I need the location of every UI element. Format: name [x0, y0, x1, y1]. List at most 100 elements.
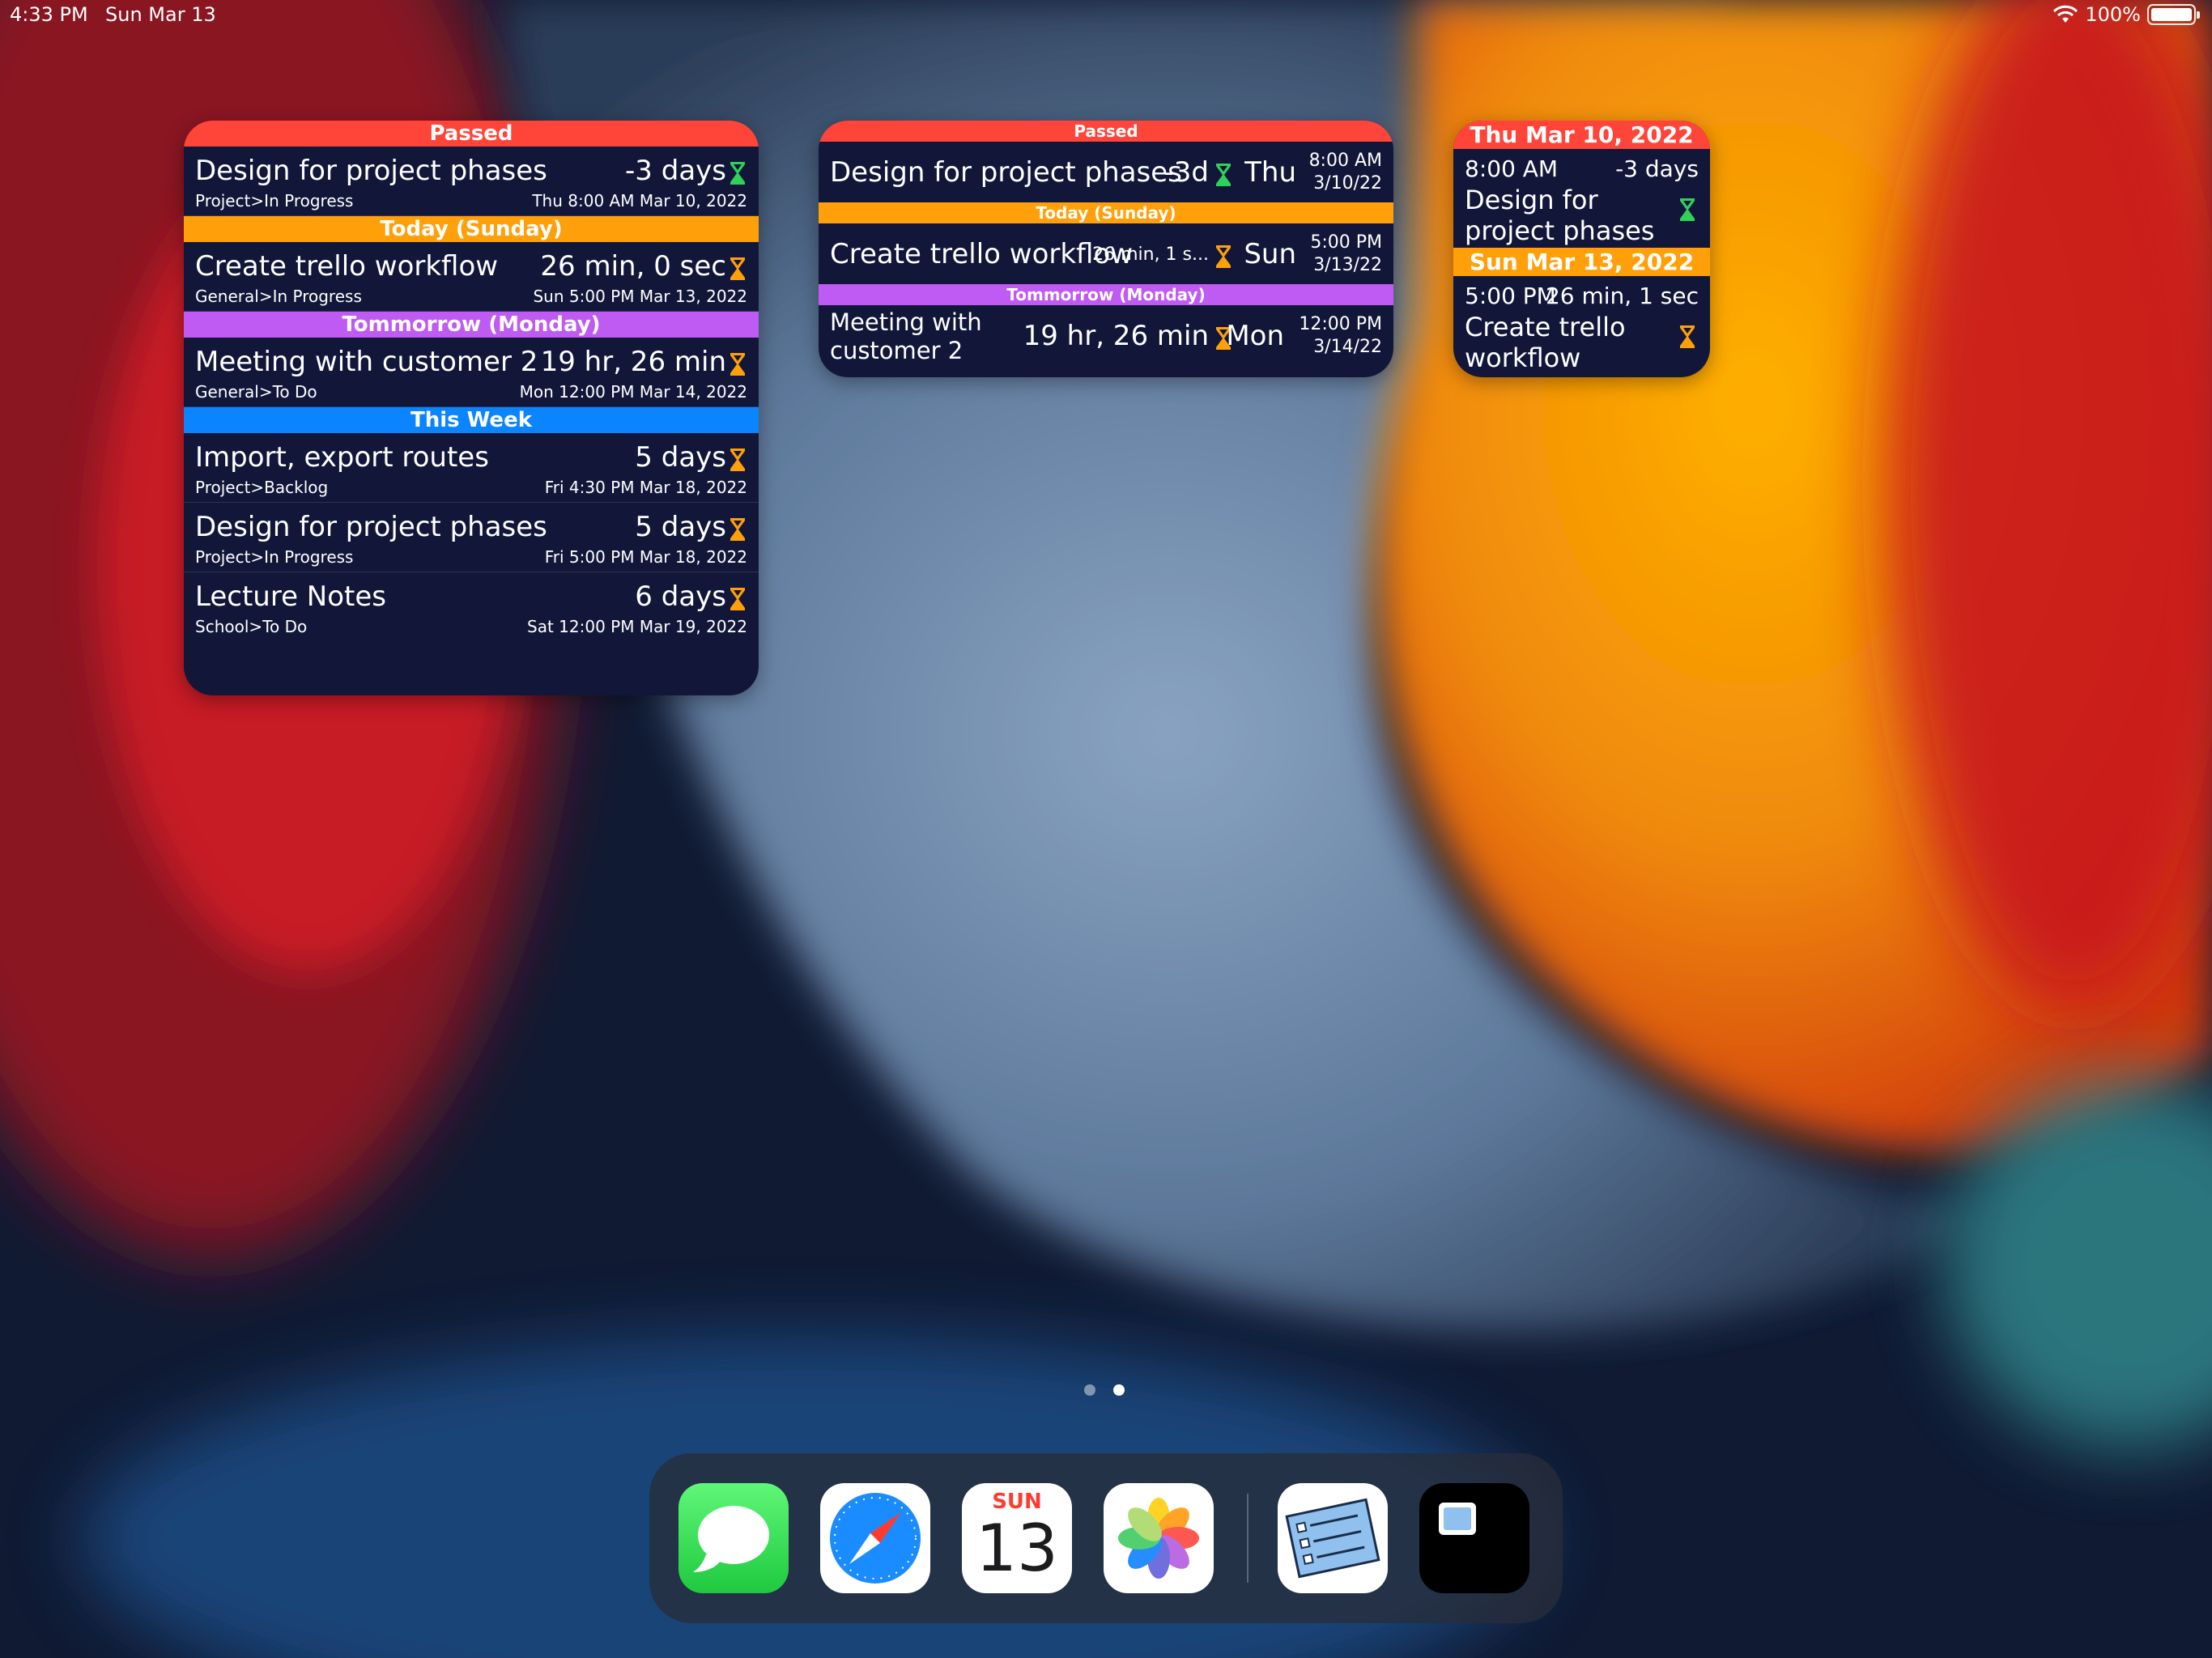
checklist-icon — [1285, 1498, 1380, 1579]
task-title: Meeting with customer 2 — [195, 346, 538, 378]
widget-app[interactable] — [1419, 1483, 1529, 1593]
task-title: Design for project phases — [1465, 185, 1655, 246]
status-time: 4:33 PM — [10, 3, 88, 26]
hourglass-icon — [1680, 198, 1695, 221]
task-countdown: 26 min, 1 sec — [1545, 283, 1699, 309]
header-date: Thu Mar 10, 2022 — [1453, 121, 1710, 149]
task-row[interactable]: Design for project phases Project>In Pro… — [184, 503, 759, 572]
battery-icon — [2147, 4, 2200, 25]
header-today: Today (Sunday) — [184, 216, 759, 242]
task-title: Design for project phases — [830, 156, 1182, 189]
widget-app-icon — [1439, 1503, 1476, 1535]
wifi-icon — [2053, 5, 2078, 23]
header-today: Today (Sunday) — [819, 202, 1393, 223]
task-block[interactable]: 8:00 AM -3 days Design for project phase… — [1453, 149, 1710, 248]
task-title: Create trello workflow — [830, 238, 1134, 270]
calendar-app[interactable]: SUN 13 — [962, 1483, 1072, 1593]
task-datetime: Sun 5:00 PM Mar 13, 2022 — [533, 287, 747, 306]
task-row[interactable]: Design for project phases -3d Thu 8:00 A… — [819, 142, 1393, 202]
task-project: School>To Do — [195, 617, 308, 636]
task-datetime: 12:00 PM 3/14/22 — [1299, 313, 1382, 359]
hourglass-icon — [1216, 164, 1231, 186]
status-date: Sun Mar 13 — [105, 3, 216, 26]
task-title: Import, export routes — [195, 441, 489, 474]
task-countdown: 19 hr, 26 min — [1023, 320, 1209, 352]
task-datetime: Fri 5:00 PM Mar 18, 2022 — [544, 547, 747, 567]
page-indicator[interactable] — [1084, 1384, 1125, 1396]
task-title: Create trello workflow — [1465, 312, 1626, 373]
task-date: 3/14/22 — [1313, 337, 1382, 357]
hourglass-icon — [1680, 325, 1695, 348]
checklist-app[interactable] — [1278, 1483, 1388, 1593]
task-datetime: 5:00 PM 3/13/22 — [1310, 232, 1382, 277]
task-date: 3/13/22 — [1313, 255, 1382, 275]
header-this-week: This Week — [184, 407, 759, 433]
task-project: Project>In Progress — [195, 191, 354, 210]
battery-percent: 100% — [2085, 3, 2141, 26]
hourglass-icon — [730, 257, 745, 280]
calendar-date: 13 — [976, 1511, 1058, 1586]
task-row[interactable]: Meeting with customer 2 General>To Do 19… — [184, 338, 759, 407]
task-datetime: Fri 4:30 PM Mar 18, 2022 — [544, 478, 747, 497]
task-title: Design for project phases — [195, 155, 547, 187]
task-datetime: Thu 8:00 AM Mar 10, 2022 — [532, 191, 747, 210]
header-date: Sun Mar 13, 2022 — [1453, 248, 1710, 276]
task-project: General>To Do — [195, 382, 317, 402]
task-countdown: 5 days — [635, 511, 726, 543]
task-title: Lecture Notes — [195, 580, 386, 613]
task-time: 12:00 PM — [1299, 314, 1382, 334]
header-tomorrow: Tommorrow (Monday) — [184, 312, 759, 338]
task-row[interactable]: Import, export routes Project>Backlog 5 … — [184, 433, 759, 503]
task-datetime: Mon 12:00 PM Mar 14, 2022 — [519, 382, 747, 402]
hourglass-icon — [730, 518, 745, 541]
large-widget[interactable]: Passed Design for project phases Project… — [184, 121, 759, 695]
task-block[interactable]: 5:00 PM 26 min, 1 sec Create trello work… — [1453, 276, 1710, 375]
header-passed: Passed — [819, 121, 1393, 142]
task-title: Create trello workflow — [195, 250, 499, 283]
task-weekday: Mon — [1226, 320, 1284, 352]
task-countdown: 6 days — [635, 580, 726, 613]
page-dot-active[interactable] — [1113, 1384, 1125, 1396]
task-time: 5:00 PM — [1465, 283, 1556, 309]
task-row[interactable]: Meeting with customer 2 19 hr, 26 min Mo… — [819, 305, 1393, 366]
page-dot[interactable] — [1084, 1384, 1095, 1396]
task-countdown: 26 min, 0 sec — [540, 250, 726, 283]
task-project: Project>In Progress — [195, 547, 354, 567]
task-title: Design for project phases — [195, 511, 547, 543]
dock-divider — [1247, 1494, 1249, 1583]
hourglass-icon — [730, 353, 745, 376]
task-time: 8:00 AM — [1465, 155, 1559, 182]
hourglass-icon — [730, 162, 745, 185]
photos-icon — [1118, 1498, 1199, 1579]
messages-app[interactable] — [678, 1483, 789, 1593]
task-row[interactable]: Lecture Notes School>To Do 6 days Sat 12… — [184, 572, 759, 642]
photos-app[interactable] — [1104, 1483, 1214, 1593]
task-countdown: -3 days — [1615, 155, 1699, 182]
small-widget[interactable]: Thu Mar 10, 2022 8:00 AM -3 days Design … — [1453, 121, 1710, 377]
status-right: 100% — [2052, 3, 2200, 26]
status-bar: 4:33 PM Sun Mar 13 100% — [0, 0, 2212, 36]
task-countdown: -3 days — [625, 155, 726, 187]
task-date: 3/10/22 — [1313, 173, 1382, 193]
task-weekday: Sun — [1244, 238, 1296, 270]
task-countdown: 26 min, 1 s... — [1092, 244, 1209, 265]
task-row[interactable]: Create trello workflow General>In Progre… — [184, 242, 759, 312]
safari-icon — [830, 1493, 921, 1584]
task-row[interactable]: Design for project phases Project>In Pro… — [184, 147, 759, 216]
task-row[interactable]: Create trello workflow 26 min, 1 s... Su… — [819, 223, 1393, 284]
task-countdown: 19 hr, 26 min — [540, 346, 726, 378]
task-datetime: Sat 12:00 PM Mar 19, 2022 — [527, 617, 747, 636]
task-countdown: -3d — [1163, 156, 1209, 189]
task-project: General>In Progress — [195, 287, 362, 306]
medium-widget[interactable]: Passed Design for project phases -3d Thu… — [819, 121, 1393, 377]
dock: SUN 13 — [649, 1453, 1563, 1623]
header-tomorrow: Tommorrow (Monday) — [819, 284, 1393, 305]
header-passed: Passed — [184, 121, 759, 147]
task-time: 8:00 AM — [1308, 151, 1382, 171]
task-time: 5:00 PM — [1310, 232, 1382, 253]
task-project: Project>Backlog — [195, 478, 329, 497]
safari-app[interactable] — [820, 1483, 930, 1593]
task-title: Meeting with customer 2 — [830, 308, 982, 364]
messages-icon — [693, 1506, 769, 1572]
task-weekday: Thu — [1244, 156, 1296, 189]
